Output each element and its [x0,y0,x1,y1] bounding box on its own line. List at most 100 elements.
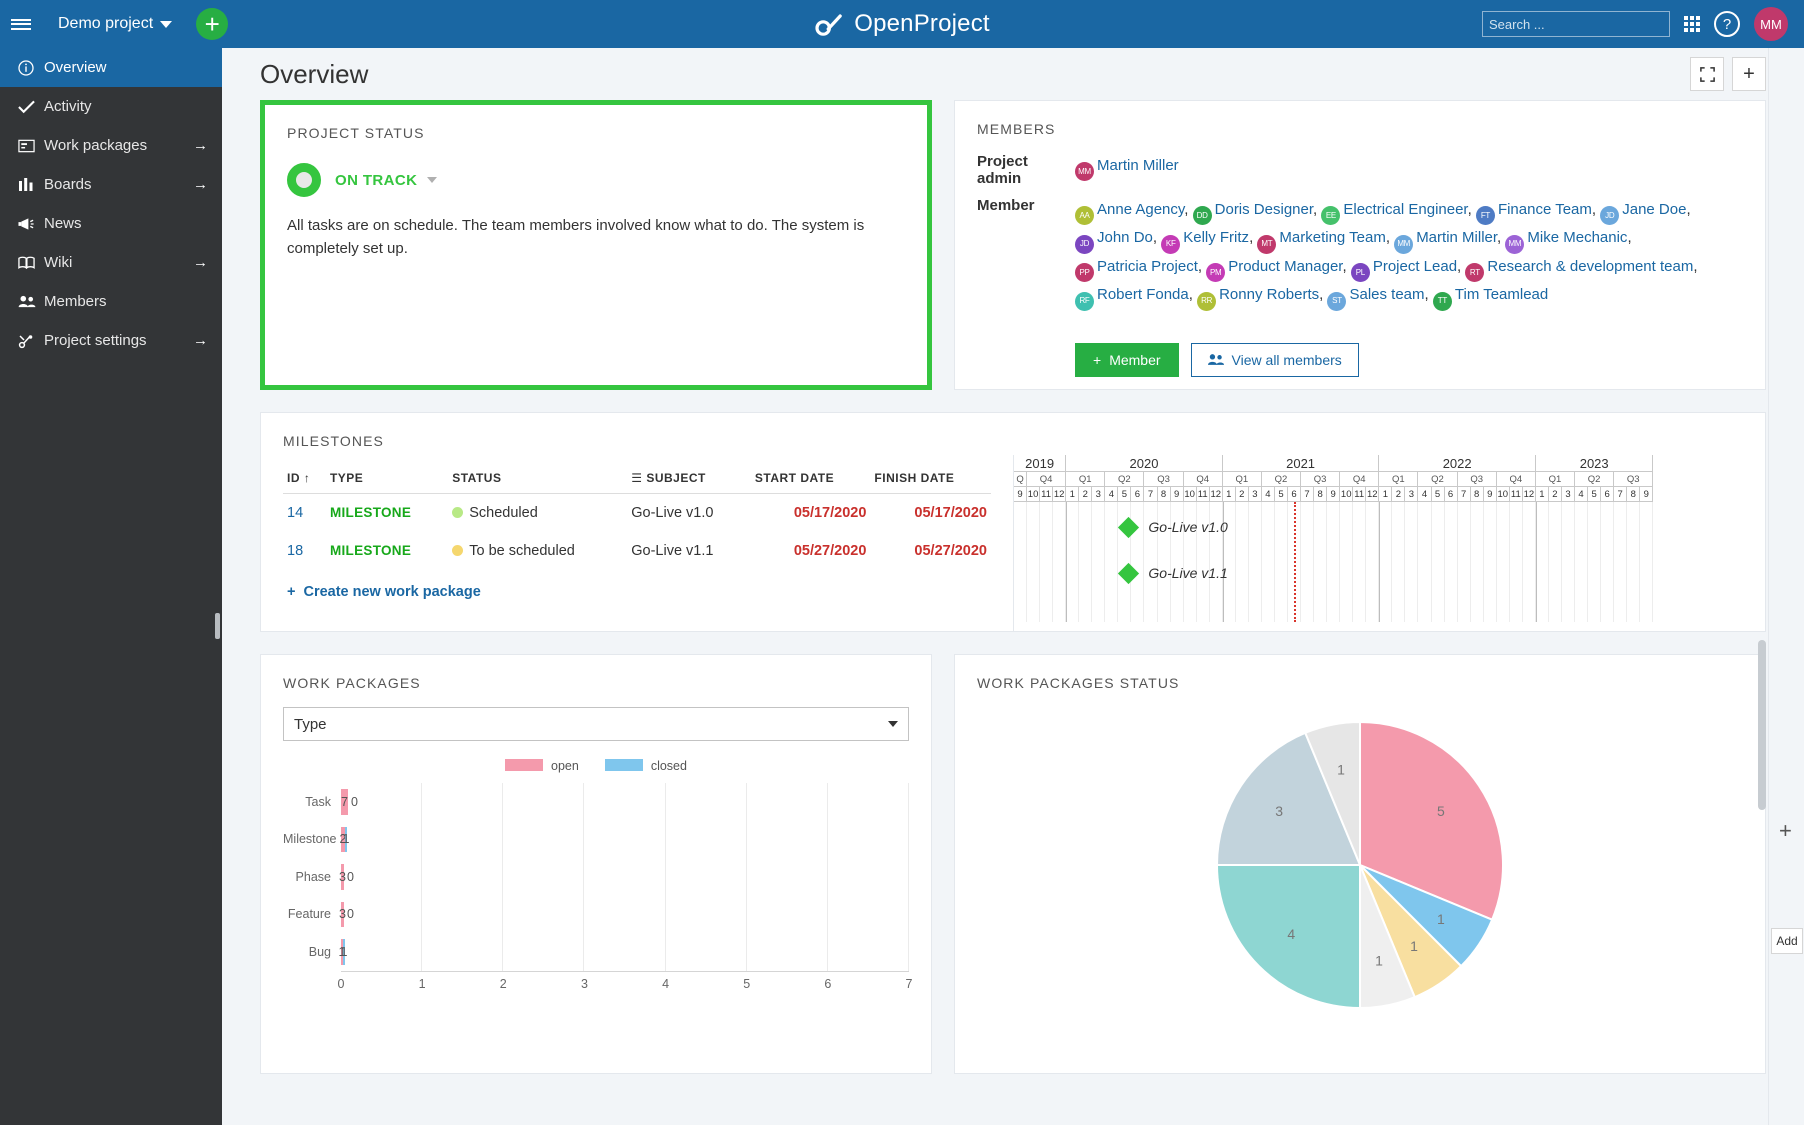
rail-add-icon[interactable]: + [1779,818,1792,844]
sidebar-item-work-packages[interactable]: Work packages→ [0,126,222,165]
member-chip[interactable]: PPPatricia Project [1075,258,1198,275]
brand-logo[interactable]: OpenProject [814,10,990,38]
chevron-right-icon[interactable]: → [193,254,208,271]
member-chip[interactable]: MMMartin Miller [1075,157,1179,174]
member-chip[interactable]: RTResearch & development team [1465,258,1693,275]
help-button[interactable]: ? [1714,11,1740,37]
bar-segment-open[interactable]: 3 [341,902,344,928]
content-scrollbar[interactable] [1758,640,1766,810]
member-chip[interactable]: RFRobert Fonda [1075,286,1189,303]
bar-segment-open[interactable]: 3 [341,864,344,890]
sidebar-item-label: Members [44,293,208,310]
column-header[interactable]: TYPE [326,463,448,494]
bar-category-label: Task [283,795,341,809]
gantt-milestone-row[interactable]: Go-Live v1.1 [1121,556,1227,590]
member-chip[interactable]: MMMike Mechanic [1505,229,1627,246]
gantt-month-cell: 2 [1549,487,1562,502]
member-name[interactable]: Patricia Project [1097,258,1198,275]
chevron-right-icon[interactable]: → [193,332,208,349]
milestone-id[interactable]: 14 [283,494,326,533]
search-box[interactable] [1482,11,1670,37]
member-name[interactable]: Marketing Team [1279,229,1385,246]
sidebar-item-news[interactable]: News [0,204,222,243]
user-avatar[interactable]: MM [1754,7,1788,41]
member-name[interactable]: Sales team [1349,286,1424,303]
column-header[interactable]: ID ↑ [283,463,326,494]
chevron-right-icon[interactable]: → [193,176,208,193]
member-name[interactable]: Doris Designer [1215,201,1313,218]
create-work-package-link[interactable]: + Create new work package [283,570,991,614]
member-name[interactable]: Ronny Roberts [1219,286,1319,303]
column-header[interactable]: ☰ SUBJECT [627,463,751,494]
sidebar-item-activity[interactable]: Activity [0,87,222,126]
member-chip[interactable]: DDDoris Designer [1193,201,1313,218]
member-name[interactable]: Martin Miller [1416,229,1497,246]
project-selector[interactable]: Demo project [58,15,172,33]
gantt-month-cell: 8 [1314,487,1327,502]
member-chip[interactable]: KFKelly Fritz [1161,229,1249,246]
member-name[interactable]: Electrical Engineer [1343,201,1467,218]
member-chip[interactable]: AAAnne Agency [1075,201,1184,218]
view-all-members-button[interactable]: View all members [1191,343,1359,377]
sidebar-item-project-settings[interactable]: Project settings→ [0,321,222,360]
column-header[interactable]: FINISH DATE [870,463,991,494]
member-name[interactable]: Martin Miller [1097,157,1179,174]
member-chip[interactable]: PMProduct Manager [1206,258,1342,275]
member-chip[interactable]: JDJane Doe [1600,201,1686,218]
sidebar-item-members[interactable]: Members [0,282,222,321]
member-chip[interactable]: MTMarketing Team [1257,229,1385,246]
member-name[interactable]: Research & development team [1487,258,1693,275]
bar-segment-closed[interactable]: 1 [345,827,347,853]
work-packages-type-select[interactable]: Type [283,707,909,741]
column-header[interactable]: START DATE [751,463,871,494]
member-name[interactable]: Kelly Fritz [1183,229,1249,246]
sidebar-collapse-handle[interactable] [215,613,220,639]
bar-value: 1 [341,945,348,959]
x-axis-tick: 7 [906,977,913,991]
member-name[interactable]: Project Lead [1373,258,1457,275]
member-name[interactable]: Tim Teamlead [1455,286,1548,303]
bar-segment-open[interactable]: 7 [341,789,348,815]
member-name[interactable]: Anne Agency [1097,201,1184,218]
add-member-button[interactable]: + Member [1075,343,1179,377]
member-chip[interactable]: FTFinance Team [1476,201,1592,218]
table-row[interactable]: 14MILESTONEScheduledGo-Live v1.005/17/20… [283,494,991,533]
milestone-subject[interactable]: Go-Live v1.1 [627,532,751,570]
modules-button[interactable] [1684,16,1700,32]
member-chip[interactable]: MMMartin Miller [1394,229,1497,246]
member-name[interactable]: Product Manager [1228,258,1342,275]
brand-text: OpenProject [854,10,990,38]
search-input[interactable] [1489,17,1665,32]
sidebar-item-boards[interactable]: Boards→ [0,165,222,204]
bar-segment-closed[interactable]: 1 [343,939,345,965]
sidebar-item-overview[interactable]: Overview [0,48,222,87]
member-chip[interactable]: RRRonny Roberts [1197,286,1319,303]
legend-item[interactable]: open [505,759,579,773]
column-header[interactable]: STATUS [448,463,627,494]
rail-add-button[interactable]: Add [1771,928,1803,954]
member-name[interactable]: John Do [1097,229,1153,246]
member-name[interactable]: Jane Doe [1622,201,1686,218]
sidebar-item-wiki[interactable]: Wiki→ [0,243,222,282]
hamburger-icon[interactable] [0,0,42,48]
fullscreen-button[interactable] [1690,57,1724,91]
global-add-button[interactable]: + [196,8,228,40]
member-name[interactable]: Mike Mechanic [1527,229,1627,246]
member-chip[interactable]: PLProject Lead [1351,258,1457,275]
member-chip[interactable]: JDJohn Do [1075,229,1153,246]
legend-item[interactable]: closed [605,759,687,773]
milestone-subject[interactable]: Go-Live v1.0 [627,494,751,533]
status-dropdown-icon[interactable] [427,177,437,183]
member-chip[interactable]: TTTim Teamlead [1433,286,1548,303]
member-chip[interactable]: EEElectrical Engineer [1321,201,1467,218]
milestone-id[interactable]: 18 [283,532,326,570]
add-widget-button[interactable]: + [1732,57,1766,91]
table-row[interactable]: 18MILESTONETo be scheduledGo-Live v1.105… [283,532,991,570]
member-chip[interactable]: STSales team [1327,286,1424,303]
gantt-milestone-row[interactable]: Go-Live v1.0 [1121,510,1227,544]
member-name[interactable]: Finance Team [1498,201,1592,218]
gantt-year-cell: 2021 [1223,455,1380,472]
member-name[interactable]: Robert Fonda [1097,286,1189,303]
chevron-right-icon[interactable]: → [193,137,208,154]
sidebar-item-label: News [44,215,208,232]
